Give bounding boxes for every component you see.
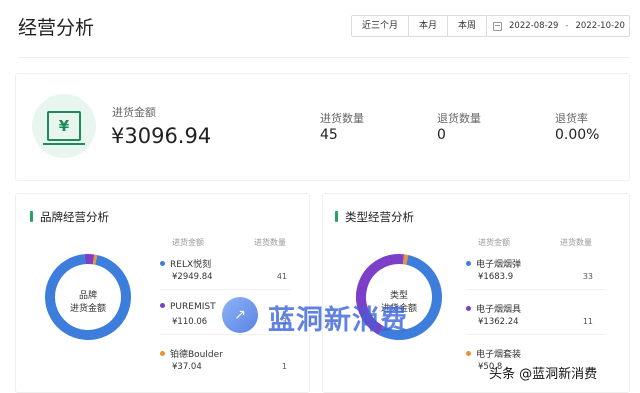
donut-segment (402, 254, 409, 265)
watermark-logo-icon: ↗ (222, 297, 258, 333)
yuan-ledger-icon: ¥ (32, 94, 96, 158)
legend-divider (160, 289, 290, 290)
footer-watermark: 头条 @蓝洞新消费 (489, 367, 598, 382)
brand-item-qty: 1 (281, 362, 287, 371)
range-button-group: 近三个月 本月 本周 (351, 15, 488, 37)
purchase-qty-label: 进货数量 (320, 112, 364, 125)
date-end: 2022-10-20 (575, 21, 625, 31)
donut-segment (92, 254, 98, 265)
legend-divider (466, 334, 606, 335)
range-button-this-month[interactable]: 本月 (409, 16, 449, 36)
brand-legend-item[interactable]: 铂德Boulder (160, 347, 223, 360)
brand-item-amount: ¥110.06 (172, 317, 208, 327)
brand-legend-item[interactable]: PUREMIST (160, 302, 216, 312)
date-start: 2022-08-29 (509, 21, 559, 31)
watermark-text: 蓝洞新消费 (268, 305, 408, 336)
return-qty-label: 退货数量 (437, 112, 481, 125)
date-separator: - (565, 21, 569, 31)
legend-dot-icon (466, 306, 471, 311)
brand-item-qty: 41 (276, 272, 287, 281)
legend-dot-icon (466, 261, 471, 266)
purchase-qty-value: 45 (320, 127, 338, 143)
return-qty-value: 0 (437, 127, 446, 143)
return-rate-value: 0.00% (555, 127, 600, 143)
type-item-amount: ¥1683.9 (478, 272, 514, 282)
brand-donut-center-label: 品牌 进货金额 (58, 290, 118, 316)
type-legend-item[interactable]: 电子烟烟具 (466, 302, 521, 315)
type-item-amount: ¥1362.24 (478, 317, 519, 327)
brand-donut-center-line1: 品牌 (78, 291, 97, 301)
brand-legend-item[interactable]: RELX悦刻 (160, 257, 211, 270)
type-col-amount-header: 进货金额 (478, 238, 510, 247)
legend-dot-icon (466, 351, 471, 356)
purchase-amount-label: 进货金额 (112, 106, 156, 119)
brand-analysis-title: 品牌经营分析 (30, 209, 109, 225)
legend-dot-icon (160, 351, 165, 356)
header-divider (18, 57, 630, 58)
brand-item-amount: ¥2949.84 (172, 272, 213, 282)
legend-dot-icon (160, 261, 165, 266)
legend-dot-icon (160, 303, 165, 308)
calendar-icon (493, 21, 502, 31)
legend-divider (466, 289, 606, 290)
purchase-amount-value: ¥3096.94 (111, 124, 212, 148)
range-button-3-months[interactable]: 近三个月 (352, 16, 410, 36)
brand-col-qty-header: 进货数量 (254, 238, 286, 247)
type-item-qty: 33 (582, 272, 593, 281)
type-item-qty: 11 (582, 317, 593, 326)
type-legend-item[interactable]: 电子烟套装 (466, 347, 521, 360)
type-analysis-title: 类型经营分析 (335, 209, 414, 225)
brand-donut-center-line2: 进货金额 (69, 304, 106, 314)
type-legend-item[interactable]: 电子烟烟弹 (466, 257, 521, 270)
brand-col-amount-header: 进货金额 (172, 238, 204, 247)
type-col-qty-header: 进货数量 (560, 238, 592, 247)
range-button-this-week[interactable]: 本周 (448, 16, 487, 36)
page-title: 经营分析 (18, 17, 95, 39)
brand-item-amount: ¥37.04 (172, 362, 202, 372)
date-range-picker[interactable]: 2022-08-29 - 2022-10-20 (486, 15, 630, 37)
return-rate-label: 退货率 (555, 112, 588, 125)
